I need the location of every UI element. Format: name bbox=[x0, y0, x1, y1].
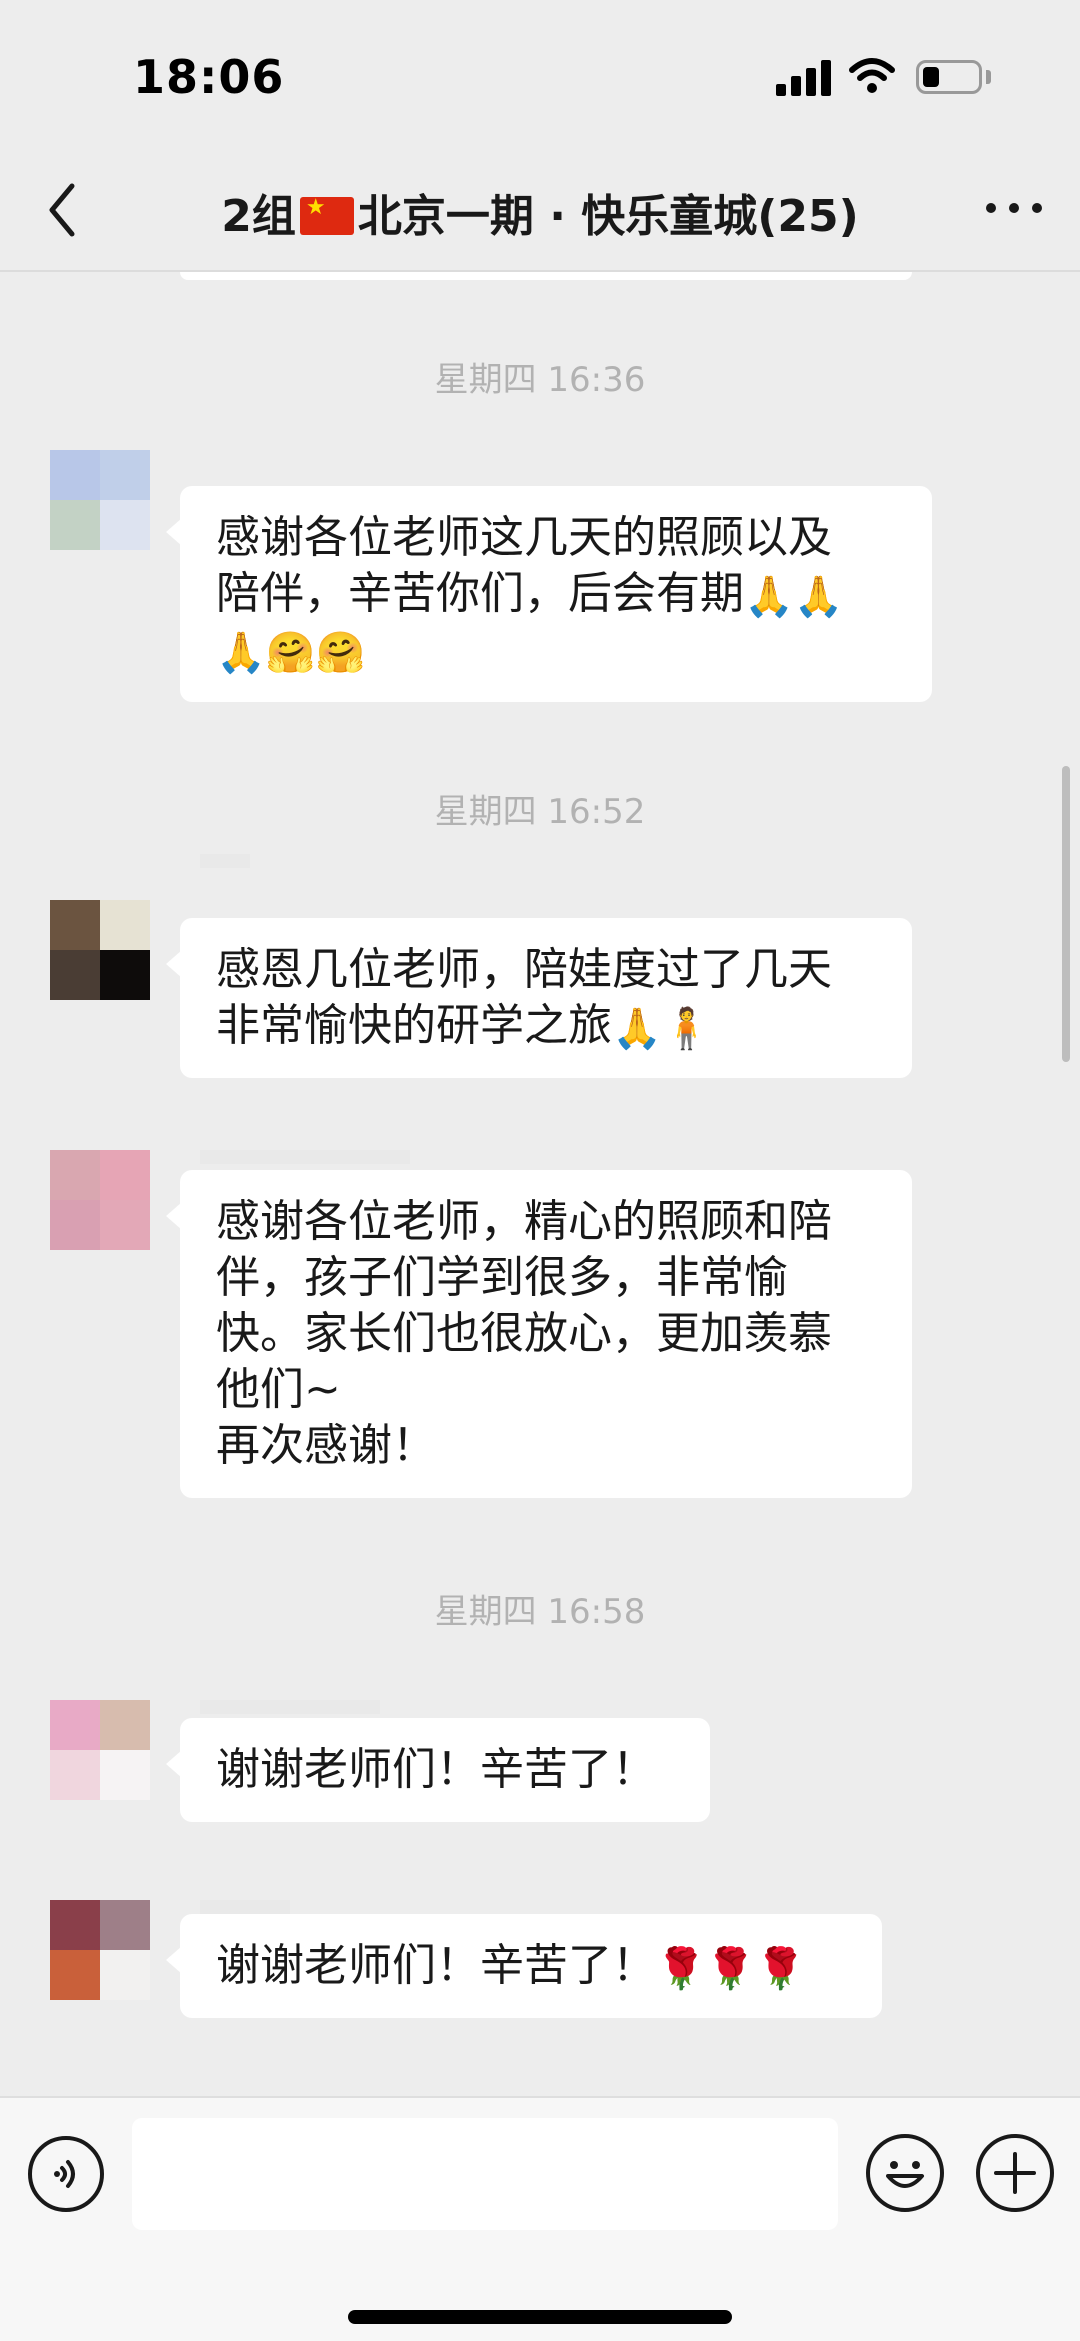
avatar[interactable] bbox=[50, 900, 150, 1000]
home-indicator bbox=[348, 2310, 732, 2324]
nav-bar: 2组 北京一期 · 快乐童城(25) bbox=[0, 150, 1080, 272]
voice-icon bbox=[54, 2160, 75, 2188]
message-bubble[interactable]: 感谢各位老师，精心的照顾和陪 伴，孩子们学到很多，非常愉 快。家长们也很放心，更… bbox=[166, 1170, 912, 1498]
battery-tip bbox=[986, 70, 991, 84]
timestamp: 星期四 16:58 bbox=[434, 1592, 646, 1632]
message-bubble[interactable]: 谢谢老师们！辛苦了！ bbox=[166, 1718, 710, 1822]
sender-nickname-redacted bbox=[200, 1150, 410, 1164]
avatar[interactable] bbox=[50, 450, 150, 550]
sender-nickname-redacted bbox=[200, 1700, 380, 1714]
back-arrow-icon[interactable] bbox=[40, 178, 84, 242]
sender-nickname-redacted bbox=[200, 854, 250, 868]
cellular-signal-icon bbox=[776, 60, 832, 96]
praying-hugging-emoji: 🙏🤗🤗 bbox=[216, 630, 366, 676]
avatar[interactable] bbox=[50, 1700, 150, 1800]
timestamp: 星期四 16:52 bbox=[434, 792, 646, 832]
timestamp: 星期四 16:36 bbox=[434, 360, 646, 400]
message-bubble[interactable]: 感恩几位老师，陪娃度过了几天 非常愉快的研学之旅🙏🧍 bbox=[166, 918, 912, 1078]
chat-screen: 18:06 2组北京一期 · 快乐童城(25) 星期四 1 bbox=[0, 0, 1080, 2341]
message-input[interactable] bbox=[132, 2118, 838, 2230]
message-text: 感恩几位老师，陪娃度过了几天 非常愉快的研学之旅 bbox=[216, 944, 832, 1051]
previous-message-bubble bbox=[180, 272, 912, 280]
message-bubble[interactable]: 感谢各位老师这几天的照顾以及 陪伴，辛苦你们，后会有期🙏🙏 🙏🤗🤗 bbox=[166, 486, 932, 702]
status-bar: 18:06 bbox=[0, 0, 1080, 150]
chat-title-suffix: 北京一期 · 快乐童城(25) bbox=[357, 191, 859, 242]
message-text: 感谢各位老师这几天的照顾以及 陪伴，辛苦你们，后会有期 bbox=[216, 512, 832, 619]
scrollbar[interactable] bbox=[1062, 766, 1070, 1062]
avatar[interactable] bbox=[50, 1150, 150, 1250]
plus-icon bbox=[994, 2152, 1036, 2194]
wifi-icon bbox=[849, 58, 895, 93]
more-functions-button[interactable] bbox=[976, 2134, 1054, 2212]
voice-input-button[interactable] bbox=[28, 2136, 104, 2212]
message-list[interactable]: 星期四 16:36 感谢各位老师这几天的照顾以及 陪伴，辛苦你们，后会有期🙏🙏 … bbox=[0, 272, 1080, 2096]
message-text: 感谢各位老师，精心的照顾和陪 伴，孩子们学到很多，非常愉 快。家长们也很放心，更… bbox=[216, 1196, 832, 1471]
chat-title-prefix: 2组 bbox=[221, 191, 296, 242]
battery-icon bbox=[916, 60, 982, 94]
praying-hands-emoji: 🙏🙏 bbox=[744, 574, 844, 620]
sender-nickname-redacted bbox=[200, 1900, 290, 1914]
emoji-button[interactable] bbox=[866, 2134, 944, 2212]
more-options-icon[interactable] bbox=[986, 198, 1042, 218]
message-text: 谢谢老师们！辛苦了！ bbox=[216, 1940, 656, 1991]
message-text: 谢谢老师们！辛苦了！ bbox=[216, 1744, 656, 1795]
rose-emoji: 🌹🌹🌹 bbox=[656, 1946, 806, 1992]
smiley-icon bbox=[886, 2161, 924, 2188]
avatar[interactable] bbox=[50, 1900, 150, 2000]
chat-title: 2组 北京一期 · 快乐童城(25) bbox=[140, 180, 940, 244]
input-bar bbox=[0, 2096, 1080, 2341]
china-flag-icon bbox=[299, 195, 354, 235]
praying-person-emoji: 🙏🧍 bbox=[612, 1006, 712, 1052]
message-bubble[interactable]: 谢谢老师们！辛苦了！🌹🌹🌹 bbox=[166, 1914, 882, 2018]
status-time: 18:06 bbox=[133, 50, 285, 104]
